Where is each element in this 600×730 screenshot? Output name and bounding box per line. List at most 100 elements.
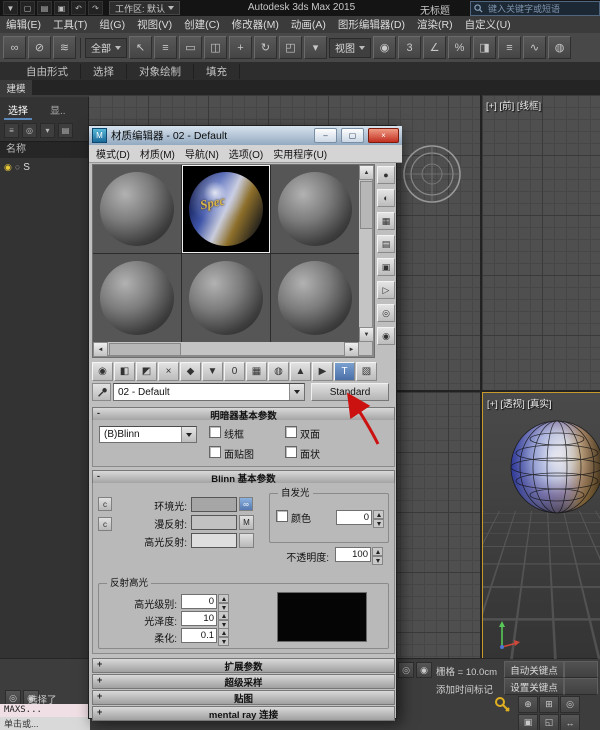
menu-item[interactable]: 组(G) <box>93 17 131 32</box>
lock-diffuse-specular-toggle-icon[interactable]: c <box>98 517 112 531</box>
self-illum-spinner[interactable] <box>373 510 384 528</box>
menu-item[interactable]: 模式(D) <box>92 146 134 161</box>
make-preview-icon[interactable]: ▷ <box>377 281 395 299</box>
menu-item[interactable]: 修改器(M) <box>226 17 285 32</box>
percent-snap-icon[interactable]: % <box>448 36 471 59</box>
scroll-down-icon[interactable]: ▼ <box>359 327 374 342</box>
select-by-material-icon[interactable]: ◉ <box>377 327 395 345</box>
status-stub-button[interactable] <box>564 661 598 678</box>
lock-ambient-diffuse-icon[interactable]: ∞ <box>239 497 253 511</box>
ribbon-tab[interactable]: 自由形式 <box>14 64 81 79</box>
maxscript-mini-listener-macro-row[interactable]: MAXS... <box>0 704 90 717</box>
explorer-search-icon[interactable]: ◎ <box>22 123 37 138</box>
put-to-library-icon[interactable]: ▼ <box>202 362 223 381</box>
menu-item[interactable]: 编辑(E) <box>0 17 47 32</box>
close-button[interactable]: × <box>368 128 399 143</box>
samples-horizontal-scrollbar[interactable]: ◄ ► <box>93 342 359 355</box>
viewport-perspective-label[interactable]: [+] [透视] [真实] <box>487 396 552 410</box>
ribbon-tab[interactable]: 填充 <box>194 64 240 79</box>
rollout-header-collapsed[interactable]: + 扩展参数 <box>92 658 395 673</box>
face-map-checkbox[interactable] <box>209 446 221 458</box>
lock-ambient-diffuse-toggle-icon[interactable]: c <box>98 497 112 511</box>
rollout-header-collapsed[interactable]: + 超级采样 <box>92 674 395 689</box>
open-scene-icon[interactable]: ▤ <box>37 1 52 15</box>
ribbon-tab[interactable]: 选择 <box>81 64 127 79</box>
select-object-icon[interactable]: ↖ <box>129 36 152 59</box>
application-button-icon[interactable]: ▼ <box>3 1 18 15</box>
visibility-bulb-icon[interactable]: ◉ <box>4 162 12 173</box>
zoom-extents-all-icon[interactable]: ▣ <box>518 714 538 730</box>
sample-slot-5[interactable] <box>182 254 270 342</box>
select-by-name-icon[interactable]: ≡ <box>154 36 177 59</box>
set-keys-key-icon[interactable] <box>494 696 512 714</box>
scrollbar-thumb[interactable] <box>360 181 373 229</box>
menu-item[interactable]: 视图(V) <box>131 17 178 32</box>
show-map-in-viewport-icon[interactable]: ▦ <box>246 362 267 381</box>
snap-toggle-icon[interactable]: 3 <box>398 36 421 59</box>
material-id-channel-icon[interactable]: 0 <box>224 362 245 381</box>
samples-vertical-scrollbar[interactable]: ▲ ▼ <box>359 165 372 342</box>
two-sided-checkbox[interactable] <box>285 426 297 438</box>
material-options-icon[interactable]: ◎ <box>377 304 395 322</box>
explorer-menu-icon[interactable]: ≡ <box>4 123 19 138</box>
infocenter-search[interactable] <box>470 1 600 16</box>
diffuse-color-swatch[interactable] <box>191 515 237 530</box>
scrollbar-thumb[interactable] <box>109 343 181 356</box>
search-input[interactable] <box>486 3 596 15</box>
rollout-header-collapsed[interactable]: + mental ray 连接 <box>92 706 395 721</box>
menu-item[interactable]: 导航(N) <box>181 146 223 161</box>
ribbon-tab[interactable]: 对象绘制 <box>127 64 194 79</box>
video-color-check-icon[interactable]: ▣ <box>377 258 395 276</box>
viewport-front[interactable]: [+] [前] [线框] <box>482 95 600 390</box>
soften-spinner[interactable] <box>218 628 229 646</box>
maximize-button[interactable]: ▢ <box>341 128 364 143</box>
scroll-up-icon[interactable]: ▲ <box>359 165 374 180</box>
isolate-selection-toggle-icon[interactable]: ◎ <box>398 662 414 678</box>
explorer-filter-icon[interactable]: ▾ <box>40 123 55 138</box>
pan-view-icon[interactable]: ↔ <box>560 714 580 730</box>
zoom-extents-icon[interactable]: ◎ <box>560 696 580 713</box>
unlink-selection-icon[interactable]: ⊘ <box>28 36 51 59</box>
material-name-dropdown[interactable]: 02 - Default <box>113 383 305 401</box>
zoom-all-icon[interactable]: ⊞ <box>539 696 559 713</box>
save-scene-icon[interactable]: ▣ <box>54 1 69 15</box>
sample-slot-6[interactable] <box>271 254 359 342</box>
selection-lock-toggle-icon[interactable]: ◉ <box>416 662 432 678</box>
backlight-icon[interactable]: ◐ <box>377 189 395 207</box>
use-pivot-center-icon[interactable]: ◉ <box>373 36 396 59</box>
rollout-header-collapsed[interactable]: + 贴图 <box>92 690 395 705</box>
menu-item[interactable]: 实用程序(U) <box>269 146 331 161</box>
sample-slot-3[interactable] <box>271 165 359 253</box>
selection-filter-dropdown[interactable]: 全部 <box>85 38 127 58</box>
menu-item[interactable]: 创建(C) <box>178 17 226 32</box>
shader-type-dropdown[interactable]: (B)Blinn <box>99 426 197 443</box>
menu-item[interactable]: 自定义(U) <box>459 17 517 32</box>
menu-item[interactable]: 选项(O) <box>225 146 267 161</box>
scroll-right-icon[interactable]: ► <box>344 342 359 357</box>
mirror-icon[interactable]: ◨ <box>473 36 496 59</box>
sample-slot-2[interactable]: Spec <box>182 165 270 253</box>
sample-slot-4[interactable] <box>93 254 181 342</box>
material-type-button[interactable]: Standard <box>311 383 389 401</box>
pick-material-from-object-button[interactable] <box>92 383 111 401</box>
menu-item[interactable]: 渲染(R) <box>411 17 459 32</box>
glossiness-spinner[interactable] <box>218 611 229 629</box>
opacity-spinner[interactable] <box>372 547 383 565</box>
minimize-button[interactable]: – <box>314 128 337 143</box>
glossiness-field[interactable]: 10 <box>181 611 217 626</box>
material-editor-titlebar[interactable]: M 材质编辑器 - 02 - Default – ▢ × <box>89 126 402 146</box>
status-stub-button[interactable] <box>564 678 598 695</box>
explorer-tab-display[interactable]: 显.. <box>46 101 70 120</box>
background-icon[interactable]: ▦ <box>377 212 395 230</box>
viewport-divider-vertical[interactable] <box>480 95 482 658</box>
zoom-icon[interactable]: ⊕ <box>518 696 538 713</box>
put-material-to-scene-icon[interactable]: ◧ <box>114 362 135 381</box>
bind-to-spacewarp-icon[interactable]: ≋ <box>53 36 76 59</box>
chevron-down-icon[interactable] <box>181 427 196 442</box>
get-material-icon[interactable]: ◉ <box>92 362 113 381</box>
specular-map-button[interactable] <box>239 533 254 548</box>
faceted-checkbox[interactable] <box>285 446 297 458</box>
specular-level-spinner[interactable] <box>218 594 229 612</box>
undo-icon[interactable]: ↶ <box>71 1 86 15</box>
show-end-result-icon[interactable]: ◍ <box>268 362 289 381</box>
